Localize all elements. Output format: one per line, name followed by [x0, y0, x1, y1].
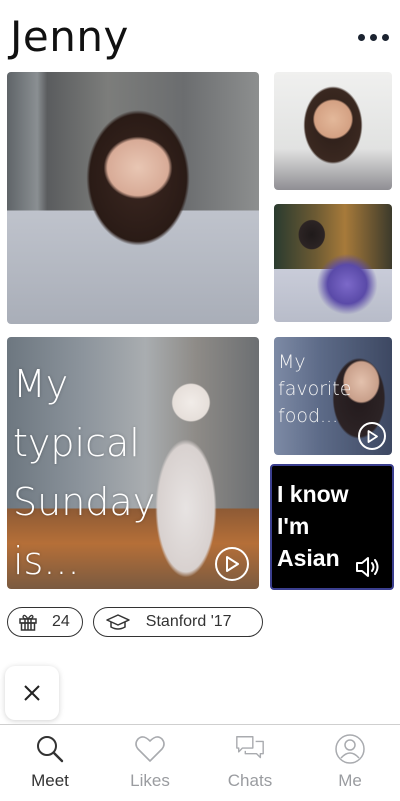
- profile-header: Jenny: [0, 0, 400, 70]
- dot-icon: [381, 33, 389, 41]
- play-button[interactable]: [215, 547, 249, 581]
- graduation-cap-icon: [106, 614, 130, 630]
- gift-chip[interactable]: 24: [7, 607, 83, 637]
- sunday-prompt-text: My typical Sunday is...: [13, 362, 156, 583]
- tab-label: Chats: [227, 771, 273, 790]
- main-profile-photo[interactable]: [7, 72, 259, 324]
- tab-chats[interactable]: Chats: [200, 725, 300, 801]
- dot-icon: [369, 33, 377, 41]
- audio-tile-i-know-im-asian[interactable]: I know I'm Asian: [270, 464, 394, 590]
- food-prompt-text: My favorite food...: [278, 351, 352, 427]
- tab-label: Me: [338, 771, 362, 790]
- more-options-button[interactable]: [356, 30, 390, 44]
- audio-prompt-text: I know I'm Asian: [277, 481, 349, 571]
- tab-label: Meet: [31, 771, 69, 790]
- profile-info-chips: 24 Stanford '17: [7, 607, 263, 639]
- speaker-icon[interactable]: [354, 554, 384, 580]
- tab-meet[interactable]: Meet: [0, 725, 100, 801]
- school-name: Stanford '17: [145, 613, 232, 630]
- search-icon: [34, 733, 66, 765]
- profile-photo-flowers[interactable]: [274, 204, 392, 322]
- tab-label: Likes: [130, 771, 170, 790]
- bottom-tab-bar: Meet Likes Chats Me: [0, 724, 400, 801]
- close-icon: [24, 685, 40, 701]
- dot-icon: [357, 33, 365, 41]
- video-tile-favorite-food[interactable]: My favorite food...: [274, 337, 392, 455]
- heart-icon: [134, 733, 166, 765]
- tab-likes[interactable]: Likes: [100, 725, 200, 801]
- play-button[interactable]: [358, 422, 386, 450]
- play-icon: [367, 429, 378, 443]
- profile-photo-smiling[interactable]: [274, 72, 392, 190]
- gift-count: 24: [52, 613, 70, 630]
- tab-me[interactable]: Me: [300, 725, 400, 801]
- user-icon: [334, 733, 366, 765]
- chat-icon: [234, 733, 266, 765]
- education-chip[interactable]: Stanford '17: [92, 607, 263, 637]
- profile-name: Jenny: [10, 12, 129, 61]
- pass-button[interactable]: [5, 666, 59, 720]
- video-tile-typical-sunday[interactable]: My typical Sunday is...: [7, 337, 259, 589]
- gift-icon: [19, 614, 37, 631]
- play-icon: [226, 556, 239, 572]
